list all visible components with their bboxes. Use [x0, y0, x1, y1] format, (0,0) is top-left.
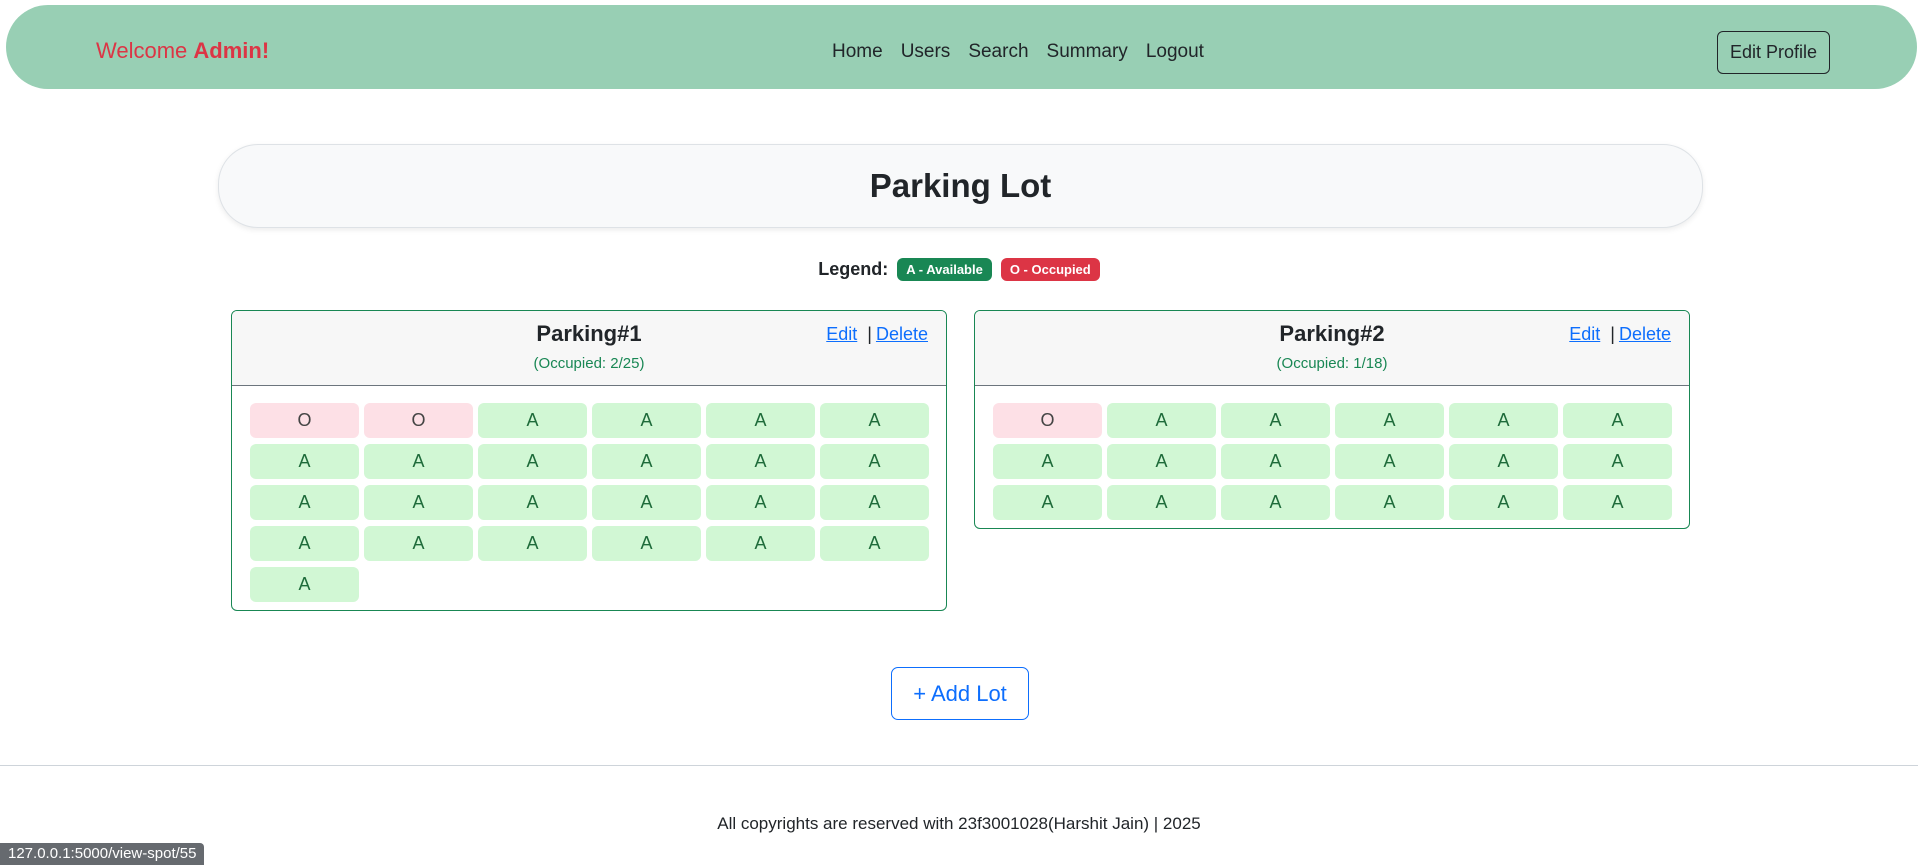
lot-card-parking-1: Parking#1 (Occupied: 2/25) Edit | Delete O…	[231, 310, 947, 611]
legend-available-badge: A - Available	[897, 258, 992, 281]
spot-available[interactable]: A	[1563, 403, 1672, 438]
spot-available[interactable]: A	[592, 526, 701, 561]
spot-available[interactable]: A	[1107, 485, 1216, 520]
status-bar-url: 127.0.0.1:5000/view-spot/55	[0, 843, 205, 865]
spot-available[interactable]: A	[820, 485, 929, 520]
nav-link-search[interactable]: Search	[968, 41, 1028, 63]
spot-available[interactable]: A	[1107, 403, 1216, 438]
spot-available[interactable]: A	[478, 444, 587, 479]
spot-available[interactable]: A	[1221, 403, 1330, 438]
spot-available[interactable]: A	[1335, 444, 1444, 479]
delete-lot-link[interactable]: Delete	[1619, 324, 1671, 344]
add-lot-button[interactable]: + Add Lot	[891, 667, 1029, 720]
spot-available[interactable]: A	[250, 444, 359, 479]
footer-divider	[0, 765, 1918, 766]
spot-available[interactable]: A	[364, 444, 473, 479]
spot-available[interactable]: A	[1221, 444, 1330, 479]
welcome-message: Welcome Admin!	[96, 38, 269, 64]
delete-lot-link[interactable]: Delete	[876, 324, 928, 344]
edit-profile-button[interactable]: Edit Profile	[1717, 31, 1830, 74]
nav-link-users[interactable]: Users	[901, 41, 951, 63]
spot-available[interactable]: A	[478, 485, 587, 520]
page-title: Parking Lot	[869, 167, 1052, 204]
spot-available[interactable]: A	[820, 526, 929, 561]
spot-available[interactable]: A	[592, 444, 701, 479]
page-title-box: Parking Lot	[218, 144, 1703, 228]
spot-available[interactable]: A	[993, 444, 1102, 479]
welcome-prefix: Welcome	[96, 38, 188, 63]
spot-available[interactable]: A	[820, 444, 929, 479]
welcome-username: Admin!	[193, 38, 270, 63]
spot-available[interactable]: A	[706, 485, 815, 520]
spot-available[interactable]: A	[1563, 485, 1672, 520]
navbar: Welcome Admin! Home Users Search Summary…	[6, 5, 1917, 89]
spot-available[interactable]: A	[364, 485, 473, 520]
edit-lot-link[interactable]: Edit	[826, 324, 857, 344]
lot-header: Parking#1 (Occupied: 2/25) Edit | Delete	[232, 311, 946, 386]
lot-occupancy: (Occupied: 1/18)	[1276, 355, 1388, 372]
spot-occupied[interactable]: O	[250, 403, 359, 438]
spot-available[interactable]: A	[1221, 485, 1330, 520]
spot-available[interactable]: A	[706, 526, 815, 561]
spot-available[interactable]: A	[1335, 403, 1444, 438]
lot-actions: Edit | Delete	[1569, 324, 1671, 344]
spot-available[interactable]: A	[478, 403, 587, 438]
spot-grid: OAAAAAAAAAAAAAAAAA	[975, 386, 1689, 528]
spot-occupied[interactable]: O	[993, 403, 1102, 438]
nav-link-logout[interactable]: Logout	[1146, 41, 1204, 63]
footer-text: All copyrights are reserved with 23f3001…	[717, 814, 1201, 833]
legend-label: Legend:	[818, 259, 889, 279]
spot-available[interactable]: A	[364, 526, 473, 561]
spot-available[interactable]: A	[1563, 444, 1672, 479]
nav-link-summary[interactable]: Summary	[1047, 41, 1128, 63]
spot-available[interactable]: A	[478, 526, 587, 561]
spot-available[interactable]: A	[820, 403, 929, 438]
spot-occupied[interactable]: O	[364, 403, 473, 438]
spot-grid: OOAAAAAAAAAAAAAAAAAAAAAAA	[232, 386, 946, 610]
spot-available[interactable]: A	[592, 403, 701, 438]
lot-occupancy: (Occupied: 2/25)	[533, 355, 645, 372]
lot-actions: Edit | Delete	[826, 324, 928, 344]
spot-available[interactable]: A	[250, 485, 359, 520]
edit-lot-link[interactable]: Edit	[1569, 324, 1600, 344]
spot-available[interactable]: A	[1107, 444, 1216, 479]
lot-card-parking-2: Parking#2 (Occupied: 1/18) Edit | Delete O…	[974, 310, 1690, 529]
spot-available[interactable]: A	[706, 403, 815, 438]
nav-links: Home Users Search Summary Logout	[832, 41, 1222, 63]
legend-occupied-badge: O - Occupied	[1000, 258, 1100, 281]
spot-available[interactable]: A	[1449, 485, 1558, 520]
spot-available[interactable]: A	[250, 526, 359, 561]
spot-available[interactable]: A	[592, 485, 701, 520]
nav-link-home[interactable]: Home	[832, 41, 883, 63]
spot-available[interactable]: A	[706, 444, 815, 479]
spot-available[interactable]: A	[1449, 403, 1558, 438]
spot-available[interactable]: A	[1335, 485, 1444, 520]
spot-available[interactable]: A	[250, 567, 359, 602]
lot-header: Parking#2 (Occupied: 1/18) Edit | Delete	[975, 311, 1689, 386]
legend: Legend: A - Available O - Occupied	[0, 258, 1918, 281]
spot-available[interactable]: A	[993, 485, 1102, 520]
spot-available[interactable]: A	[1449, 444, 1558, 479]
